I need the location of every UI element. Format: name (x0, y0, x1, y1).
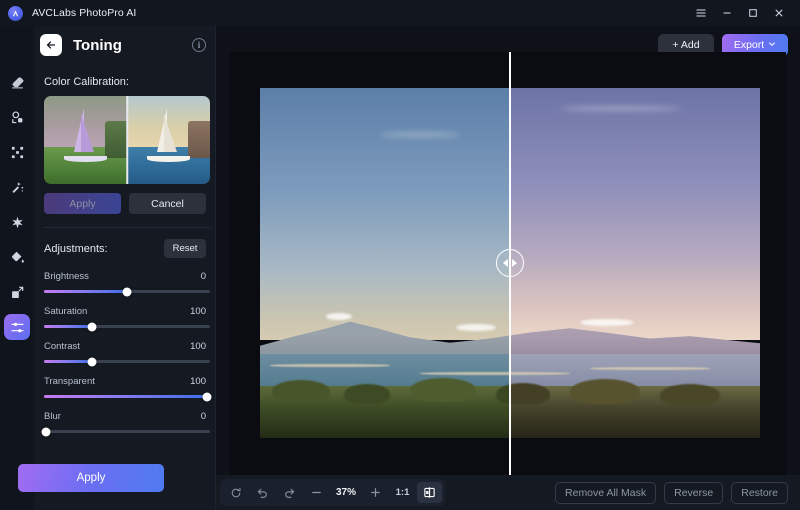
tool-rail (0, 26, 34, 510)
bottom-toolbar: 37% 1:1 Remove All Mask Reverse Restore (216, 475, 800, 510)
slider-value: 100 (190, 341, 206, 352)
slider-saturation[interactable]: Saturation 100 (44, 306, 210, 331)
slider-knob[interactable] (122, 287, 132, 296)
slider-knob[interactable] (87, 357, 97, 366)
adjustments-header: Adjustments: Reset (44, 239, 206, 258)
slider-track[interactable] (44, 392, 212, 401)
color-calibration-label: Color Calibration: (44, 76, 129, 88)
compare-slider-handle-icon[interactable] (496, 249, 524, 277)
zoom-in-button[interactable] (363, 482, 388, 503)
reverse-button[interactable]: Reverse (664, 481, 724, 504)
app-title: AVCLabs PhotoPro AI (32, 7, 137, 19)
slider-label: Saturation (44, 306, 88, 317)
reset-view-icon[interactable] (223, 482, 248, 503)
color-calibration-preview[interactable] (44, 96, 210, 184)
preview-thumbnail-before (44, 96, 127, 184)
left-panel: Toning i Color Calibration: Apply Cancel… (0, 26, 216, 510)
slider-fill (44, 395, 207, 398)
remove-all-mask-button[interactable]: Remove All Mask (555, 481, 657, 504)
hamburger-menu-icon[interactable] (688, 2, 714, 24)
slider-value: 100 (190, 376, 206, 387)
split-view-icon[interactable] (417, 482, 442, 503)
slider-fill (44, 360, 93, 363)
slider-label: Blur (44, 411, 61, 422)
slider-value: 100 (190, 306, 206, 317)
object-removal-icon[interactable] (4, 104, 30, 130)
zoom-level-label[interactable]: 37% (331, 482, 361, 503)
slider-header: Contrast 100 (44, 341, 206, 352)
zoom-out-button[interactable] (304, 482, 329, 503)
arrow-right-icon (512, 259, 517, 267)
resize-icon[interactable] (4, 279, 30, 305)
photo-half-after (509, 88, 760, 438)
slider-knob[interactable] (202, 392, 212, 401)
slider-knob[interactable] (41, 427, 51, 436)
slider-contrast[interactable]: Contrast 100 (44, 341, 210, 366)
fit-ratio-button[interactable]: 1:1 (390, 482, 415, 503)
window-controls (688, 2, 792, 24)
slider-list: Brightness 0 Saturation 100 Contrast 100 Trans… (41, 271, 212, 436)
magic-wand-icon[interactable] (4, 174, 30, 200)
calibration-actions: Apply Cancel (44, 193, 206, 214)
preview-thumbnail-after (127, 96, 210, 184)
panel-header: Toning i (34, 26, 216, 64)
slider-knob[interactable] (87, 322, 97, 331)
export-button-label: Export (733, 39, 765, 51)
slider-fill (44, 290, 127, 293)
panel-body: Color Calibration: Apply Cancel Adjustme… (34, 64, 216, 510)
slider-header: Saturation 100 (44, 306, 206, 317)
slider-value: 0 (200, 411, 206, 422)
slider-blur[interactable]: Blur 0 (41, 411, 210, 436)
adjustments-icon[interactable] (4, 314, 30, 340)
slider-label: Brightness (44, 271, 89, 282)
cancel-calibration-button[interactable]: Cancel (129, 193, 206, 214)
slider-value: 0 (200, 271, 206, 282)
undo-icon[interactable] (250, 482, 275, 503)
slider-header: Transparent 100 (44, 376, 206, 387)
maximize-icon[interactable] (740, 2, 766, 24)
slider-track[interactable] (41, 427, 210, 436)
slider-track[interactable] (44, 287, 210, 296)
slider-transparent[interactable]: Transparent 100 (44, 376, 212, 401)
application-window: AVCLabs PhotoPro AI Toning i Color Calib… (0, 0, 800, 510)
title-bar: AVCLabs PhotoPro AI (0, 0, 800, 26)
slider-fill (44, 325, 93, 328)
image-stage[interactable] (230, 52, 786, 475)
back-arrow-icon[interactable] (40, 34, 62, 56)
adjustments-label: Adjustments: (44, 242, 108, 255)
close-icon[interactable] (766, 2, 792, 24)
slider-label: Contrast (44, 341, 80, 352)
page-title: Toning (73, 36, 122, 54)
expand-icon[interactable] (4, 139, 30, 165)
thumbnail-divider (126, 96, 128, 184)
apply-calibration-button[interactable]: Apply (44, 193, 121, 214)
slider-track[interactable] (44, 322, 210, 331)
info-icon[interactable]: i (192, 38, 206, 52)
canvas-area: + Add Export 37% 1:1 Remove All Mask Rev… (216, 26, 800, 510)
zoom-controls: 37% 1:1 (220, 479, 445, 506)
photo-half-before (260, 88, 509, 438)
reset-button[interactable]: Reset (164, 239, 206, 258)
enhance-icon[interactable] (4, 209, 30, 235)
slider-header: Blur 0 (44, 411, 206, 422)
apply-button[interactable]: Apply (18, 464, 164, 492)
slider-track[interactable] (44, 357, 210, 366)
chevron-down-icon (768, 39, 776, 51)
slider-label: Transparent (44, 376, 95, 387)
arrow-left-icon (503, 259, 508, 267)
mask-actions: Remove All Mask Reverse Restore (555, 481, 800, 504)
redo-icon[interactable] (277, 482, 302, 503)
restore-button[interactable]: Restore (731, 481, 788, 504)
avclabs-logo-icon (8, 5, 23, 21)
minimize-icon[interactable] (714, 2, 740, 24)
slider-header: Brightness 0 (44, 271, 206, 282)
eraser-icon[interactable] (4, 69, 30, 95)
slider-brightness[interactable]: Brightness 0 (44, 271, 210, 296)
section-divider (44, 227, 210, 228)
paint-bucket-icon[interactable] (4, 244, 30, 270)
